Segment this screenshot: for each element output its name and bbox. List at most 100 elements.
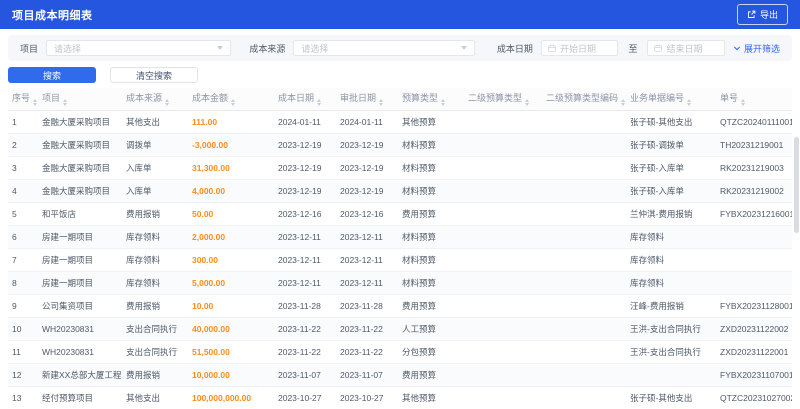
table-cell: 31,300.00	[188, 156, 274, 180]
table-cell	[542, 156, 626, 180]
table-cell	[542, 110, 626, 134]
table-cell: 公司集资项目	[38, 294, 122, 318]
sort-icon[interactable]	[441, 99, 446, 106]
table-cell	[464, 340, 542, 364]
table-cell: 2023-12-16	[274, 202, 336, 226]
column-label: 成本金额	[192, 93, 229, 103]
table-cell: 张子硕-调拨单	[626, 133, 716, 157]
table-cell: 金融大厦采购项目	[38, 179, 122, 203]
table-cell	[542, 294, 626, 318]
sort-icon[interactable]	[687, 99, 692, 106]
table-cell	[464, 110, 542, 134]
export-label: 导出	[759, 10, 778, 20]
export-button[interactable]: 导出	[736, 4, 788, 25]
column-header-8[interactable]: 二级预算类型编码	[542, 88, 626, 111]
column-header-10[interactable]: 单号	[716, 88, 792, 111]
vertical-scrollbar[interactable]	[794, 105, 799, 405]
table-cell: 材料预算	[398, 225, 464, 249]
table-cell: 10,000.00	[188, 363, 274, 387]
table-cell: 1	[8, 110, 38, 134]
table-cell: 2023-11-28	[274, 294, 336, 318]
column-header-3[interactable]: 成本金额	[188, 88, 274, 111]
table-header-row: 序号 项目 成本来源 成本金额 成本日期 审批日期 预算类型 二级预算类型 二级预算类型编码 业务…	[8, 88, 792, 111]
column-header-4[interactable]: 成本日期	[274, 88, 336, 111]
date-start-input[interactable]: 开始日期	[540, 40, 619, 56]
table-cell: QTZC20231027002	[716, 386, 792, 409]
search-button[interactable]: 搜索	[8, 67, 96, 83]
table-cell: WH20230831	[38, 340, 122, 364]
expand-filter-link[interactable]: 展开筛选	[733, 42, 780, 55]
table-cell: 2023-11-22	[274, 317, 336, 341]
table-row: 7 房建一期项目 库存领料 300.00 2023-12-11 2023-12-11 材料预…	[8, 248, 792, 272]
table-cell: 房建一期项目	[38, 248, 122, 272]
table-cell: 2023-11-28	[336, 294, 398, 318]
table-cell: 费用报销	[122, 294, 188, 318]
sort-icon[interactable]	[317, 99, 322, 106]
column-label: 业务单据编号	[630, 93, 685, 103]
table-row: 5 和平饭店 费用报销 50.00 2023-12-16 2023-12-16 费用预算 兰仲…	[8, 202, 792, 226]
table-cell	[542, 179, 626, 203]
table-cell: RK20231219003	[716, 156, 792, 180]
sort-icon[interactable]	[741, 99, 746, 106]
date-filter-label: 成本日期	[496, 43, 533, 54]
table-cell: 5	[8, 202, 38, 226]
table-cell	[464, 271, 542, 295]
scrollbar-thumb[interactable]	[794, 137, 799, 233]
source-filter-label: 成本来源	[249, 43, 286, 54]
table-cell	[542, 133, 626, 157]
column-header-6[interactable]: 预算类型	[398, 88, 464, 111]
table-cell: 111.00	[188, 110, 274, 134]
chevron-down-icon	[217, 46, 224, 50]
table-cell: 和平饭店	[38, 202, 122, 226]
sort-icon[interactable]	[621, 99, 626, 106]
date-end-input[interactable]: 结束日期	[647, 40, 725, 56]
table-cell: 材料预算	[398, 179, 464, 203]
sort-icon[interactable]	[379, 99, 384, 106]
project-select-placeholder: 请选择	[54, 43, 82, 54]
table-cell: 2023-11-22	[274, 340, 336, 364]
table-row: 13 经付预算项目 其他支出 100,000,000.00 2023-10-27 2023…	[8, 386, 792, 409]
date-end-placeholder: 结束日期	[666, 43, 703, 54]
table-cell: 2023-12-16	[336, 202, 398, 226]
column-header-1[interactable]: 项目	[38, 88, 122, 111]
project-select[interactable]: 请选择	[46, 40, 232, 56]
table-cell	[716, 225, 792, 249]
column-header-5[interactable]: 审批日期	[336, 88, 398, 111]
table-cell: 2023-11-07	[336, 363, 398, 387]
table-cell: 2,000.00	[188, 225, 274, 249]
table-cell: 经付预算项目	[38, 386, 122, 409]
column-header-0[interactable]: 序号	[8, 88, 38, 111]
table-cell: WH20230831	[38, 317, 122, 341]
table-cell	[464, 202, 542, 226]
column-header-7[interactable]: 二级预算类型	[464, 88, 542, 111]
table-cell	[464, 317, 542, 341]
column-label: 成本来源	[126, 93, 163, 103]
table-row: 10 WH20230831 支出合同执行 40,000.00 2023-11-22 202…	[8, 317, 792, 341]
sort-icon[interactable]	[33, 99, 38, 106]
table-cell: 2023-12-19	[274, 156, 336, 180]
table-cell: 7	[8, 248, 38, 272]
chevron-down-icon	[460, 46, 467, 50]
table-cell: 2023-12-19	[336, 179, 398, 203]
table-row: 6 房建一期项目 库存领料 2,000.00 2023-12-11 2023-12-11 材…	[8, 225, 792, 249]
table-cell: 库存领料	[626, 248, 716, 272]
table-cell: 张子硕-入库单	[626, 156, 716, 180]
sort-icon[interactable]	[525, 99, 530, 106]
column-header-2[interactable]: 成本来源	[122, 88, 188, 111]
column-header-9[interactable]: 业务单据编号	[626, 88, 716, 111]
table-row: 12新建XX总部大厦工程二期费用报销10,000.002023-11-07202…	[8, 363, 792, 387]
clear-search-button[interactable]: 清空搜索	[110, 67, 198, 83]
sort-icon[interactable]	[231, 99, 236, 106]
sort-icon[interactable]	[165, 99, 170, 106]
table-cell: 10	[8, 317, 38, 341]
table-cell: 2023-12-19	[274, 133, 336, 157]
date-start-placeholder: 开始日期	[559, 43, 596, 54]
table-cell: 6	[8, 225, 38, 249]
table-cell	[464, 248, 542, 272]
table-cell	[542, 340, 626, 364]
source-select[interactable]: 请选择	[293, 40, 475, 56]
table-cell: 支出合同执行	[122, 340, 188, 364]
table-cell: 其他预算	[398, 386, 464, 409]
table-cell	[464, 294, 542, 318]
sort-icon[interactable]	[63, 99, 68, 106]
